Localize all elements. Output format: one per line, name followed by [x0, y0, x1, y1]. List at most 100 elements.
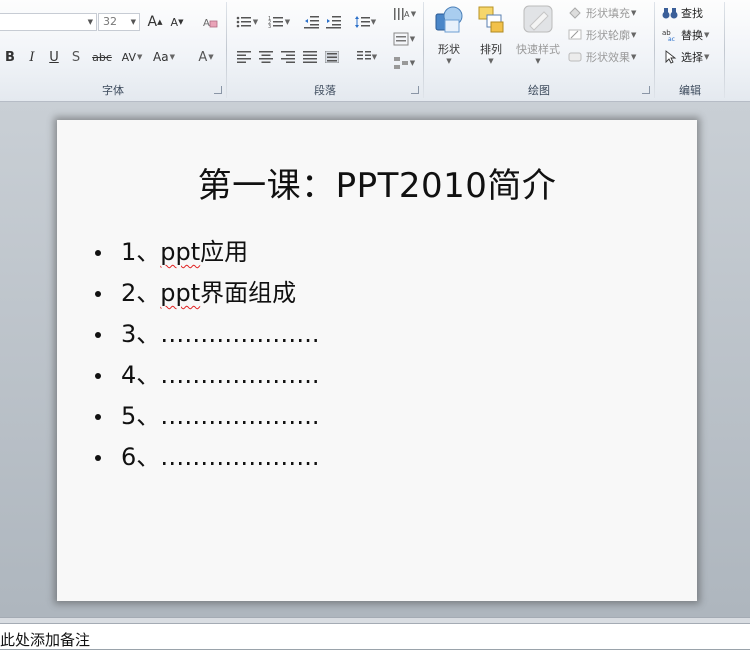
- chevron-down-icon[interactable]: ▼: [131, 14, 136, 30]
- chevron-down-icon: ▼: [535, 57, 541, 65]
- font-name-box[interactable]: ▼: [0, 13, 97, 31]
- numbering-button[interactable]: 1 2 3 ▼: [265, 13, 293, 31]
- change-case-button[interactable]: Aa ▼: [150, 48, 178, 66]
- chevron-down-icon: ▼: [409, 59, 416, 67]
- distributed-button[interactable]: [323, 48, 341, 66]
- font-group: ▼ 32 ▼ A ▲ A ▼ A B I U S abc AV ▼ Aa ▼ A ▼ 字体: [0, 0, 226, 101]
- quick-styles-button[interactable]: 快速样式 ▼: [512, 4, 564, 74]
- italic-button[interactable]: I: [24, 48, 40, 66]
- char-spacing-button[interactable]: AV ▼: [118, 48, 146, 66]
- list-item[interactable]: 4、………………..: [95, 355, 320, 396]
- chevron-down-icon: ▼: [284, 18, 291, 26]
- bullet-icon: [95, 373, 101, 379]
- quick-styles-icon: [523, 5, 553, 33]
- indent-icon: [326, 16, 341, 29]
- chevron-down-icon: ▼: [410, 10, 417, 18]
- align-center-button[interactable]: [257, 48, 275, 66]
- font-size-box[interactable]: 32 ▼: [98, 13, 140, 31]
- eraser-icon: A: [203, 18, 218, 29]
- columns-button[interactable]: ▼: [353, 48, 381, 66]
- chevron-down-icon: ▼: [136, 53, 143, 61]
- align-left-button[interactable]: [235, 48, 253, 66]
- shrink-font-button[interactable]: A ▼: [168, 13, 186, 31]
- chevron-down-icon[interactable]: ▼: [88, 14, 93, 30]
- arrange-label: 排列: [480, 43, 502, 56]
- shape-effects-button[interactable]: 形状效果 ▼: [568, 48, 636, 66]
- numbered-list-icon: 123: [268, 16, 283, 29]
- notes-pane[interactable]: 此处添加备注: [0, 624, 750, 649]
- justify-button[interactable]: [301, 48, 319, 66]
- chevron-down-icon: ▼: [704, 31, 710, 39]
- find-button[interactable]: 查找: [662, 4, 703, 22]
- dialog-launcher-icon[interactable]: [214, 86, 222, 94]
- replace-button[interactable]: ab ac 替换 ▼: [662, 26, 709, 44]
- notes-placeholder: 此处添加备注: [0, 631, 91, 649]
- ribbon: ▼ 32 ▼ A ▲ A ▼ A B I U S abc AV ▼ Aa ▼ A ▼ 字体 …: [0, 0, 750, 102]
- svg-text:A: A: [203, 18, 210, 29]
- chevron-down-icon: ▼: [631, 9, 637, 17]
- list-item[interactable]: 6、………………..: [95, 437, 320, 478]
- dialog-launcher-icon[interactable]: [411, 86, 419, 94]
- quick-styles-label: 快速样式: [516, 43, 560, 56]
- chevron-down-icon: ▼: [446, 57, 452, 65]
- chevron-down-icon: ▼: [488, 57, 494, 65]
- align-text-button[interactable]: ▼: [389, 30, 419, 48]
- align-text-icon: [393, 32, 409, 46]
- list-item[interactable]: 2、ppt界面组成: [95, 273, 320, 314]
- bullet-list[interactable]: 1、ppt应用 2、ppt界面组成 3、……………….. 4、……………….. …: [95, 232, 320, 478]
- grow-font-button[interactable]: A ▲: [146, 13, 164, 31]
- underline-button[interactable]: U: [46, 48, 62, 66]
- clear-format-button[interactable]: A: [200, 13, 220, 31]
- shapes-button[interactable]: 形状 ▼: [426, 4, 472, 74]
- text-direction-icon: A: [393, 8, 410, 20]
- strikethrough-button[interactable]: abc: [90, 48, 114, 66]
- svg-text:3: 3: [268, 24, 271, 29]
- pencil-icon: [568, 29, 582, 40]
- drawing-group-title: 绘图: [528, 84, 550, 97]
- arrange-button[interactable]: 排列 ▼: [468, 4, 514, 74]
- effects-icon: [568, 52, 582, 62]
- arrange-icon: [478, 6, 504, 33]
- bold-button[interactable]: B: [2, 48, 18, 66]
- svg-text:ac: ac: [668, 36, 675, 42]
- slide-title[interactable]: 第一课：PPT2010简介: [57, 158, 697, 207]
- select-button[interactable]: 选择 ▼: [662, 48, 709, 66]
- list-item[interactable]: 1、ppt应用: [95, 232, 320, 273]
- chevron-down-icon: ▼: [409, 35, 416, 43]
- slide-canvas[interactable]: 第一课：PPT2010简介 1、ppt应用 2、ppt界面组成 3、…………………: [57, 120, 697, 601]
- binoculars-icon: [662, 6, 678, 20]
- distribute-icon: [325, 51, 339, 63]
- chevron-down-icon: ▼: [208, 53, 214, 61]
- dialog-launcher-icon[interactable]: [642, 86, 650, 94]
- paint-bucket-icon: [569, 7, 581, 19]
- bullets-button[interactable]: ▼: [233, 13, 261, 31]
- shape-outline-button[interactable]: 形状轮廓 ▼: [568, 26, 636, 44]
- replace-icon: ab ac: [662, 28, 678, 42]
- chevron-down-icon: ▼: [169, 53, 175, 61]
- line-spacing-icon: [354, 16, 370, 28]
- align-right-button[interactable]: [279, 48, 297, 66]
- chevron-down-icon: ▼: [631, 31, 637, 39]
- paragraph-group-title: 段落: [314, 84, 336, 97]
- align-center-icon: [259, 51, 273, 63]
- outdent-icon: [304, 16, 319, 29]
- text-shadow-button[interactable]: S: [68, 48, 84, 66]
- chevron-down-icon: ▼: [252, 18, 259, 26]
- notes-splitter[interactable]: [0, 617, 750, 624]
- list-item[interactable]: 5、………………..: [95, 396, 320, 437]
- bullet-icon: [95, 332, 101, 338]
- chevron-down-icon: ▼: [704, 53, 710, 61]
- decrease-indent-button[interactable]: [303, 13, 321, 31]
- font-color-button[interactable]: A ▼: [192, 48, 220, 66]
- text-direction-button[interactable]: A ▼: [389, 5, 419, 23]
- shape-fill-button[interactable]: 形状填充 ▼: [568, 4, 636, 22]
- list-item[interactable]: 3、………………..: [95, 314, 320, 355]
- smartart-button[interactable]: ▼: [389, 54, 419, 72]
- increase-indent-button[interactable]: [325, 13, 343, 31]
- align-right-icon: [281, 51, 295, 63]
- bullet-icon: [95, 455, 101, 461]
- line-spacing-button[interactable]: ▼: [351, 13, 379, 31]
- chevron-down-icon: ▼: [371, 53, 378, 61]
- bullet-icon: [95, 250, 101, 256]
- shapes-label: 形状: [438, 43, 460, 56]
